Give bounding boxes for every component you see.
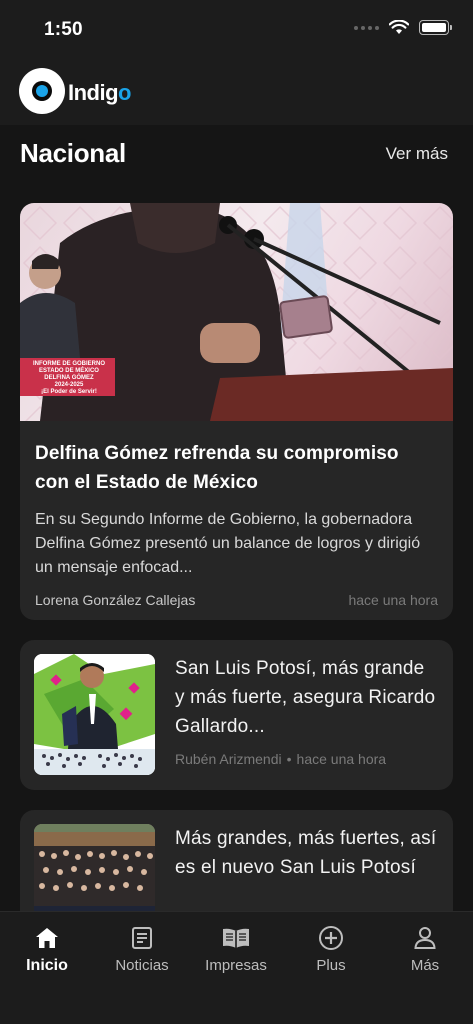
status-icons: [354, 20, 452, 35]
tab-plus[interactable]: Plus: [286, 924, 376, 974]
home-icon: [36, 928, 58, 948]
app-header: Indigo: [0, 58, 473, 125]
signal-icon: [354, 25, 379, 30]
tab-impresas[interactable]: Impresas: [191, 924, 281, 974]
see-more-link[interactable]: Ver más: [386, 144, 448, 164]
bottom-tab-bar: Inicio Noticias Impresas Plus Más: [0, 911, 473, 1024]
featured-article-summary: En su Segundo Informe de Gobierno, la go…: [35, 511, 421, 576]
section-title: Nacional: [20, 138, 126, 168]
tab-noticias[interactable]: Noticias: [97, 924, 187, 974]
battery-icon: [419, 20, 452, 35]
article-title: Más grandes, más fuertes, así es el nuev…: [175, 828, 437, 878]
tab-inicio[interactable]: Inicio: [2, 924, 92, 975]
article-author: Rubén Arizmendi: [175, 751, 282, 767]
featured-image-banner: INFORME DE GOBIERNO ESTADO DE MÉXICO DEL…: [32, 361, 105, 395]
article-thumbnail: [34, 654, 155, 775]
news-icon: [132, 927, 152, 949]
tab-label: Impresas: [205, 957, 267, 974]
tab-label: Noticias: [115, 957, 169, 974]
tab-mas[interactable]: Más: [380, 924, 470, 974]
tab-label: Plus: [316, 957, 346, 974]
indigo-logo[interactable]: Indigo: [19, 68, 131, 114]
article-title: San Luis Potosí, más grande y más fuerte…: [175, 658, 436, 737]
featured-article-image: INFORME DE GOBIERNO ESTADO DE MÉXICO DEL…: [20, 203, 453, 421]
book-icon: [223, 928, 249, 948]
logo-mark: [19, 68, 65, 114]
article-time: hace una hora: [296, 751, 387, 767]
status-bar: 1:50: [0, 0, 473, 58]
status-time: 1:50: [44, 19, 83, 40]
article-meta: Rubén Arizmendi • hace una hora: [175, 751, 387, 767]
tab-label: Más: [410, 957, 440, 974]
featured-article-author: Lorena González Callejas: [35, 592, 196, 608]
featured-article-card[interactable]: INFORME DE GOBIERNO ESTADO DE MÉXICO DEL…: [20, 203, 453, 620]
logo-text: Indigo: [68, 80, 131, 105]
tab-label: Inicio: [26, 957, 68, 974]
section-header: Nacional Ver más: [20, 138, 448, 169]
person-icon: [414, 927, 436, 949]
article-card[interactable]: San Luis Potosí, más grande y más fuerte…: [20, 640, 453, 790]
featured-article-time: hace una hora: [348, 592, 438, 608]
wifi-icon: [389, 20, 409, 34]
featured-article-title: Delfina Gómez refrenda su compromiso con…: [35, 443, 399, 493]
plus-circle-icon: [319, 926, 343, 950]
